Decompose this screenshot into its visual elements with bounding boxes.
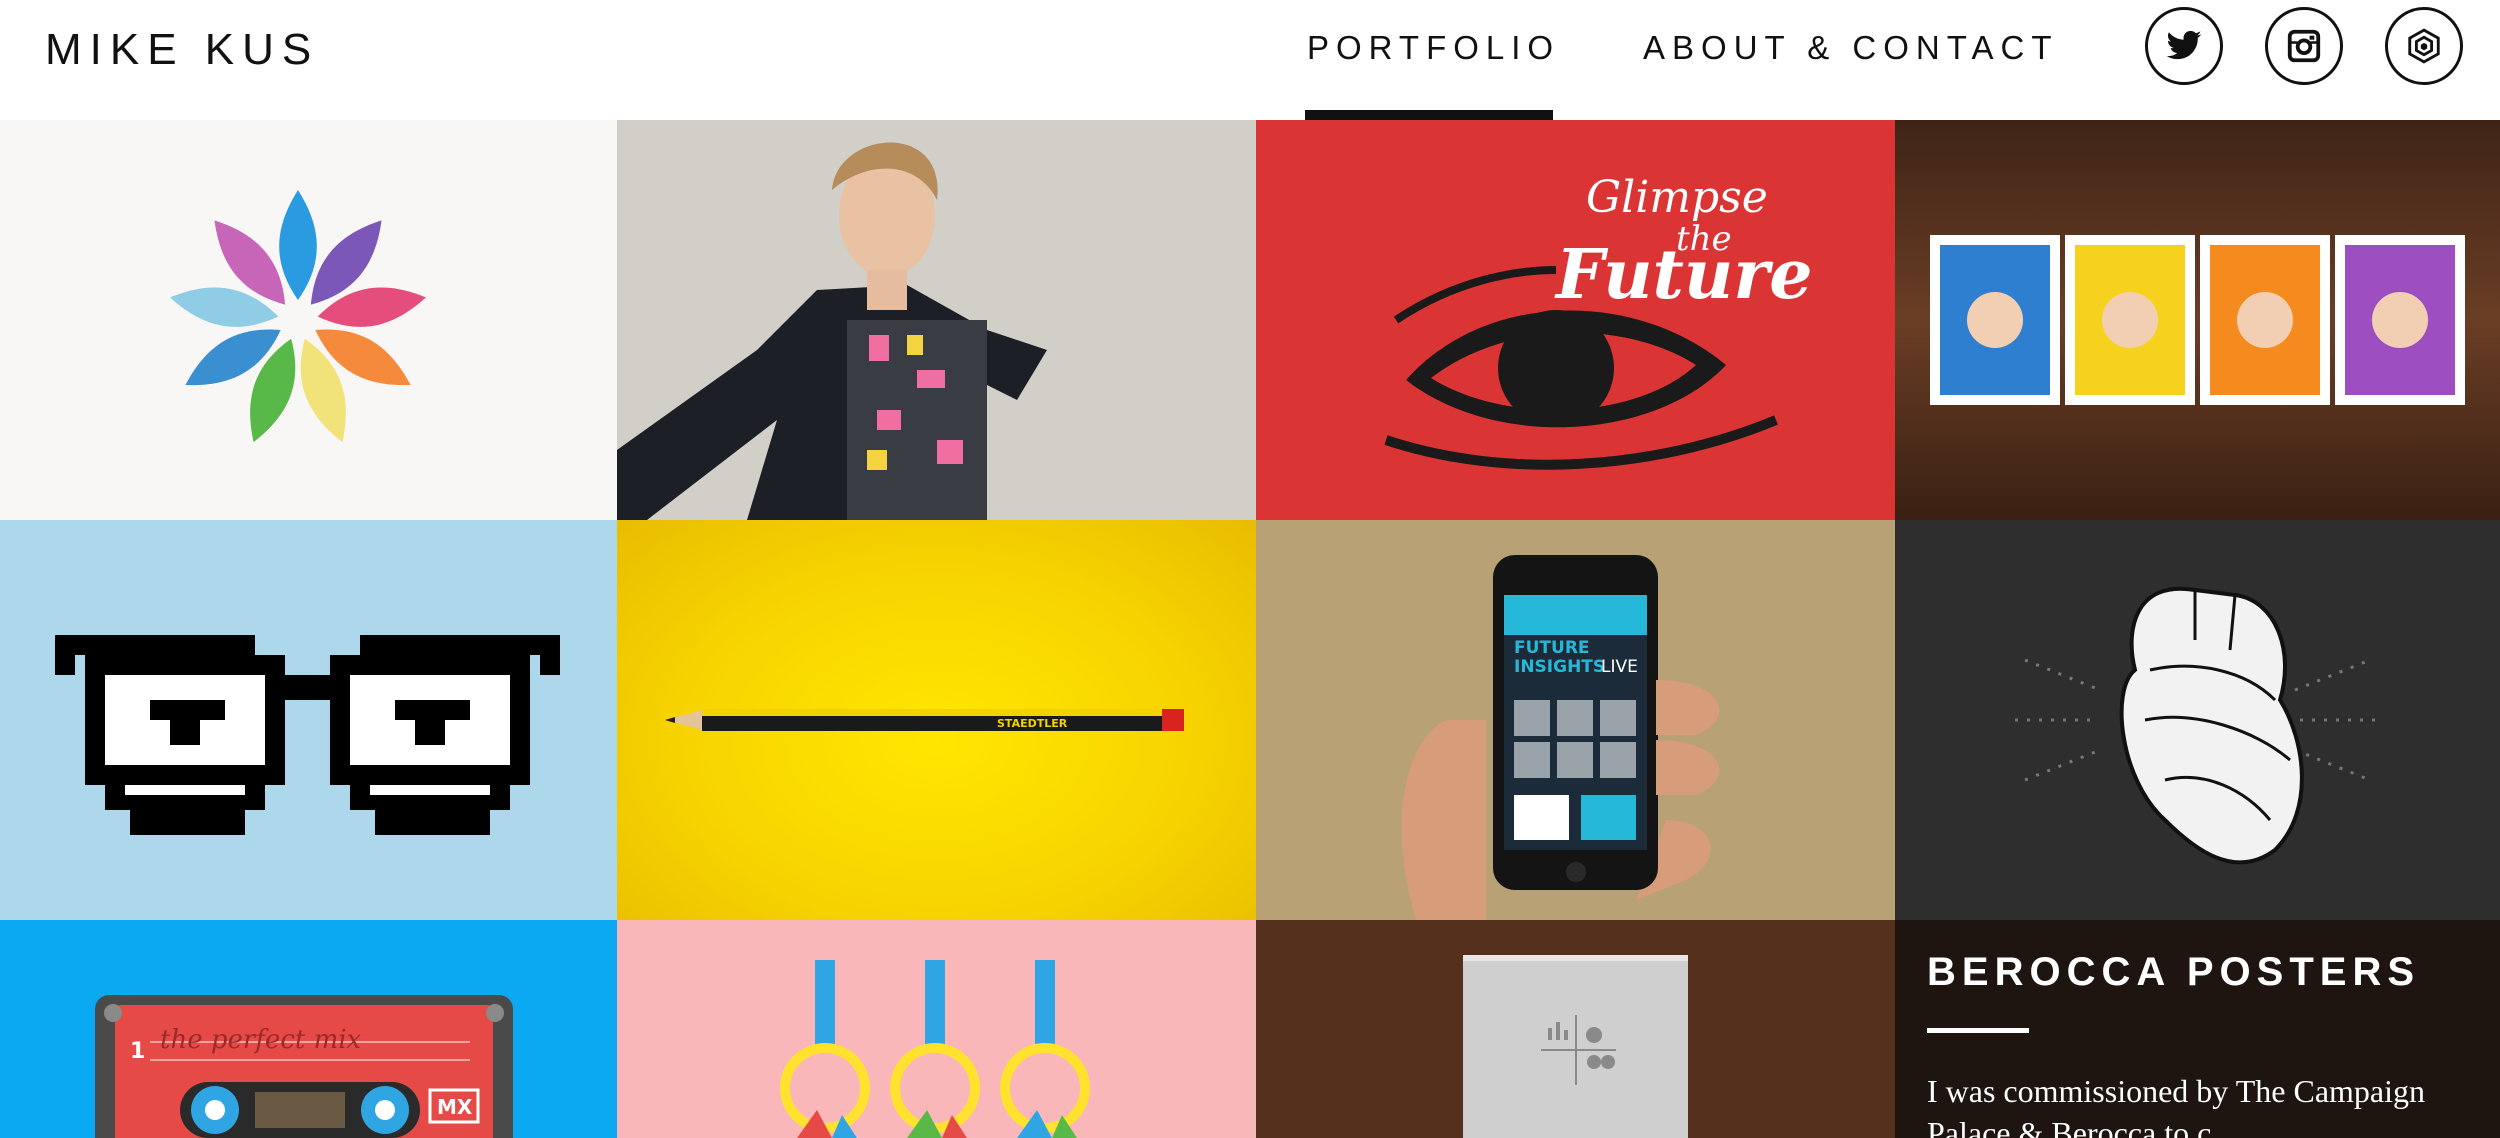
hexagon-icon [2408, 28, 2440, 64]
nav-about-contact[interactable]: ABOUT & CONTACT [1643, 27, 2058, 69]
twitter-link[interactable] [2145, 7, 2223, 85]
title-divider [1927, 1028, 2029, 1033]
phone-illustration: FUTURE INSIGHTS LIVE [1401, 555, 1720, 920]
portfolio-tile-pixel-glasses[interactable] [0, 520, 617, 920]
nav-active-indicator [1305, 110, 1553, 120]
portfolio-tile-pencil[interactable]: STAEDTLER [617, 520, 1256, 920]
instagram-icon [2287, 29, 2321, 63]
svg-text:Glimpse: Glimpse [1586, 172, 1768, 223]
heart-illustration [2015, 586, 2380, 865]
project-description: I was commissioned by The Campaign Palac… [1927, 1073, 2425, 1138]
svg-text:INSIGHTS: INSIGHTS [1514, 657, 1605, 677]
book-illustration [1256, 920, 1895, 1138]
pixel-glasses-illustration [55, 635, 560, 835]
portfolio-tile-typographic-heart[interactable] [1895, 520, 2500, 920]
portfolio-tile-glimpse-future[interactable]: Glimpse the Future [1256, 120, 1895, 520]
portfolio-tile-stamps[interactable] [1895, 120, 2500, 520]
keyrings-illustration [780, 960, 1090, 1138]
stamps-illustration [1895, 120, 2500, 520]
svg-text:the perfect mix: the perfect mix [160, 1025, 362, 1055]
site-logo[interactable]: MIKE KUS [45, 20, 319, 80]
portfolio-tile-tshirt[interactable] [617, 120, 1256, 520]
svg-text:LIVE: LIVE [1601, 657, 1638, 677]
nav-portfolio[interactable]: PORTFOLIO [1307, 27, 1560, 69]
project-title: BEROCCA POSTERS [1927, 950, 2421, 994]
svg-text:Future: Future [1554, 235, 1812, 315]
twitter-icon [2166, 30, 2202, 60]
tshirt-photo [617, 120, 1256, 520]
cassette-illustration: 1 the perfect mix MX [95, 995, 513, 1138]
svg-text:1: 1 [130, 1039, 145, 1064]
dribbble-link[interactable] [2385, 7, 2463, 85]
svg-text:FUTURE: FUTURE [1514, 638, 1590, 658]
eye-illustration: Glimpse the Future [1384, 172, 1812, 470]
portfolio-tile-future-insights[interactable]: FUTURE INSIGHTS LIVE [1256, 520, 1895, 920]
portfolio-tile-cassette[interactable]: 1 the perfect mix MX [0, 920, 617, 1138]
portfolio-tile-keyrings[interactable] [617, 920, 1256, 1138]
portfolio-tile-leaves[interactable] [0, 120, 617, 520]
svg-text:MX: MX [437, 1095, 473, 1119]
site-header: MIKE KUS PORTFOLIO ABOUT & CONTACT [0, 0, 2500, 120]
portfolio-tile-book[interactable] [1256, 920, 1895, 1138]
leaves-illustration [169, 190, 427, 443]
svg-text:STAEDTLER: STAEDTLER [997, 717, 1068, 730]
pencil-illustration: STAEDTLER [665, 709, 1184, 731]
instagram-link[interactable] [2265, 7, 2343, 85]
portfolio-info-panel[interactable]: BEROCCA POSTERS I was commissioned by Th… [1895, 920, 2500, 1138]
